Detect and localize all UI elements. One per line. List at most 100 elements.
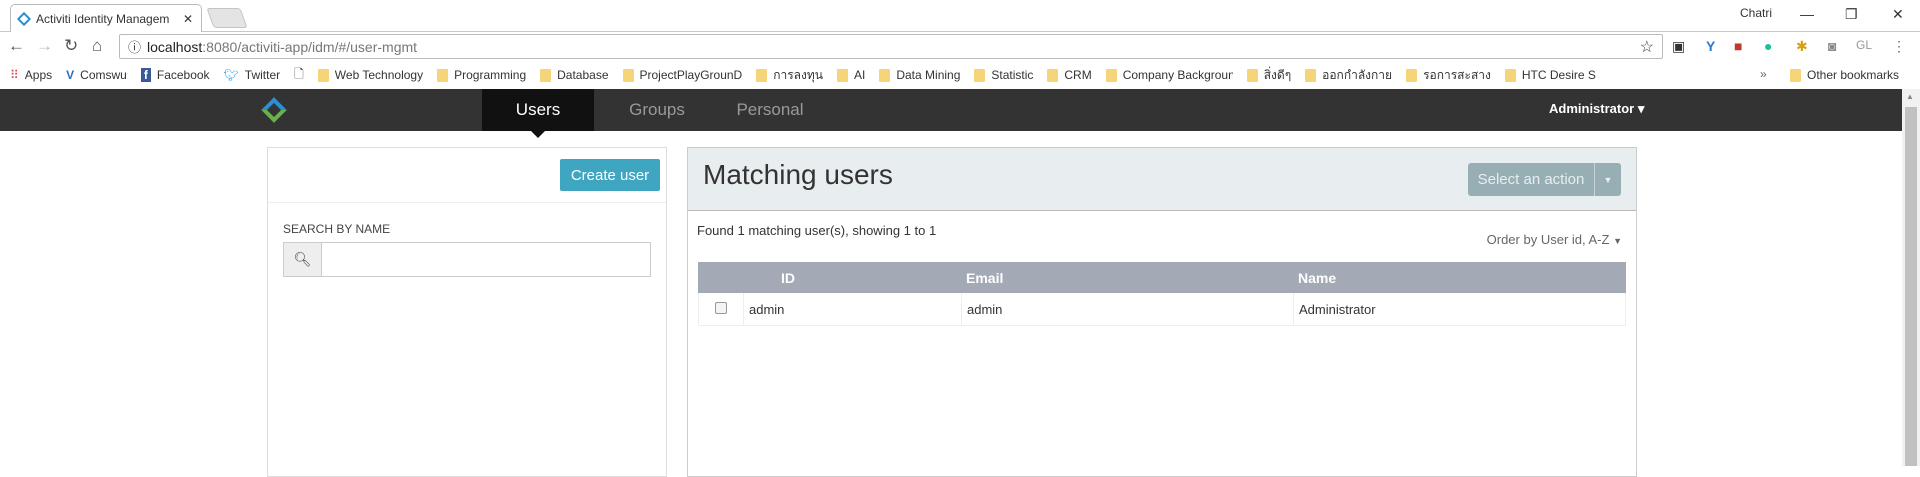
search-panel <box>267 147 667 477</box>
tab-groups[interactable]: Groups <box>610 89 704 131</box>
result-count: Found 1 matching user(s), showing 1 to 1 <box>697 223 937 238</box>
folder-icon <box>879 68 891 82</box>
column-divider <box>1293 293 1294 326</box>
bookmark-comswu[interactable]: V Comswu <box>66 68 127 82</box>
bookmark-folder[interactable]: AI <box>837 68 865 82</box>
select-action-button[interactable]: Select an action ▼ <box>1468 163 1621 196</box>
grammarly-icon[interactable]: ● <box>1764 38 1772 54</box>
extension-y-icon[interactable]: Y <box>1706 38 1715 54</box>
folder-icon <box>1406 68 1418 82</box>
tab-title: Activiti Identity Managem <box>36 12 170 26</box>
create-user-button[interactable]: Create user <box>560 159 660 191</box>
bookmark-folder[interactable]: Database <box>540 68 609 82</box>
caret-down-icon[interactable]: ▼ <box>1595 163 1621 196</box>
column-email[interactable]: Email <box>966 270 1003 286</box>
bookmark-twitter[interactable]: 🐦︎ Twitter <box>224 68 281 82</box>
extension-book-icon[interactable]: ■ <box>1734 38 1742 54</box>
twitter-icon: 🐦︎ <box>223 68 239 82</box>
search-label: SEARCH BY NAME <box>283 222 391 236</box>
new-tab-button[interactable] <box>206 8 248 28</box>
extension-bee-icon[interactable]: ✱ <box>1796 38 1808 55</box>
bookmark-page[interactable]: 🗋 <box>294 65 304 86</box>
bookmark-folder[interactable]: CRM <box>1047 68 1092 82</box>
folder-icon <box>1790 68 1801 82</box>
bookmark-folder[interactable]: Statistic <box>974 68 1033 82</box>
cell-name: Administrator <box>1299 302 1376 317</box>
bookmark-star-icon[interactable]: ☆ <box>1640 37 1654 57</box>
column-id[interactable]: ID <box>781 270 795 286</box>
folder-icon <box>1504 68 1516 82</box>
camera-icon[interactable]: ◙ <box>1828 38 1836 54</box>
table-header: ID Email Name <box>698 262 1626 293</box>
folder-icon <box>540 68 552 82</box>
extension-icon[interactable]: ▣ <box>1672 38 1685 55</box>
bookmark-apps[interactable]: ⠿ Apps <box>10 68 52 82</box>
bookmark-folder[interactable]: Programming <box>437 68 526 82</box>
bookmark-folder[interactable]: Web Technology <box>317 68 423 82</box>
url-host: localhost <box>147 38 203 55</box>
bookmark-folder[interactable]: Company Backgroun <box>1105 68 1233 82</box>
browser-tab-strip <box>0 0 1920 32</box>
divider <box>268 202 666 203</box>
page-title: Matching users <box>703 159 893 190</box>
activiti-logo-icon <box>16 11 32 27</box>
bookmark-folder[interactable]: รอการสะสาง <box>1406 66 1491 85</box>
folder-icon <box>1105 68 1117 82</box>
folder-icon <box>1246 68 1258 82</box>
minimize-icon[interactable]: — <box>1800 6 1814 22</box>
bookmark-folder[interactable]: HTC Desire S <box>1504 68 1596 82</box>
close-window-icon[interactable]: ✕ <box>1892 6 1904 23</box>
order-dropdown[interactable]: Order by User id, A-Z ▼ <box>1480 232 1622 247</box>
bookmark-facebook[interactable]: f Facebook <box>140 68 210 82</box>
url-path: :8080/activiti-app/idm/#/user-mgmt <box>202 38 418 55</box>
scrollbar-thumb[interactable] <box>1905 107 1917 466</box>
page-icon: 🗋 <box>294 66 304 81</box>
back-icon[interactable]: ← <box>8 36 25 56</box>
reload-icon[interactable]: ↻ <box>64 36 78 56</box>
close-tab-icon[interactable]: ✕ <box>183 12 193 26</box>
extension-gl[interactable]: GL <box>1856 38 1872 52</box>
folder-icon <box>317 68 329 82</box>
tab-users[interactable]: Users <box>482 89 594 138</box>
comswu-icon: V <box>66 68 75 82</box>
table-row[interactable]: admin admin Administrator <box>698 293 1626 326</box>
cell-id: admin <box>749 302 785 317</box>
cell-email: admin <box>967 302 1003 317</box>
column-name[interactable]: Name <box>1298 270 1336 286</box>
activiti-logo-icon[interactable] <box>261 97 287 123</box>
user-menu[interactable]: Administrator ▾ <box>1549 101 1644 117</box>
folder-icon <box>437 68 449 82</box>
home-icon[interactable]: ⌂ <box>92 36 102 56</box>
folder-icon <box>756 68 768 82</box>
column-divider <box>743 293 744 326</box>
apps-grid-icon: ⠿ <box>10 68 19 82</box>
bookmarks-bar: ⠿ Apps V Comswu f Facebook 🐦︎ Twitter 🗋 Web … <box>0 61 1920 89</box>
folder-icon <box>622 68 634 82</box>
other-bookmarks[interactable]: Other bookmarks <box>1790 68 1899 82</box>
more-bookmarks-icon[interactable]: » <box>1760 67 1767 81</box>
column-divider <box>961 293 962 326</box>
chevron-down-icon: ▾ <box>1637 101 1645 116</box>
bookmark-folder[interactable]: สิ่งดีๆ <box>1246 66 1291 85</box>
bookmark-folder[interactable]: Data Mining <box>879 68 960 82</box>
folder-icon <box>1305 68 1317 82</box>
profile-name[interactable]: Chatri <box>1740 6 1772 20</box>
search-input[interactable] <box>322 243 650 276</box>
bookmark-folder[interactable]: ออกกำลังกาย <box>1305 66 1392 85</box>
tab-personal[interactable]: Personal <box>715 89 825 131</box>
search-field: 🔍︎ <box>283 242 651 277</box>
menu-icon[interactable]: ⋮ <box>1892 38 1906 55</box>
caret-down-icon: ▼ <box>1613 236 1622 246</box>
bookmark-folder[interactable]: การลงทุน <box>756 66 823 85</box>
info-icon[interactable]: ⓘ <box>128 37 141 56</box>
restore-icon[interactable]: ❐ <box>1845 6 1858 23</box>
scroll-up-icon[interactable]: ▲ <box>1906 92 1914 101</box>
active-caret <box>531 131 545 138</box>
row-checkbox[interactable] <box>715 302 727 314</box>
address-bar[interactable]: ⓘ localhost:8080/activiti-app/idm/#/user… <box>119 34 1663 59</box>
browser-tab[interactable]: Activiti Identity Managem ✕ <box>10 4 202 33</box>
folder-icon <box>837 68 848 82</box>
search-icon: 🔍︎ <box>284 243 322 276</box>
forward-icon[interactable]: → <box>36 36 53 56</box>
bookmark-folder[interactable]: ProjectPlayGrounD <box>622 68 742 82</box>
